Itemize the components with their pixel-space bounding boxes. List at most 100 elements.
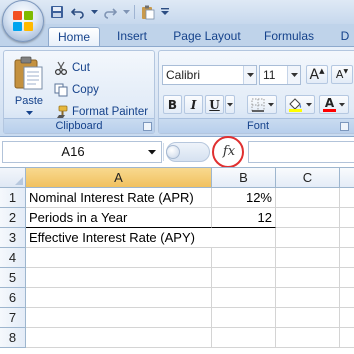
bold-button[interactable]: B (163, 95, 182, 114)
chevron-down-icon (306, 102, 312, 106)
cell-b5[interactable] (212, 268, 276, 288)
undo-dropdown[interactable] (90, 3, 98, 21)
cell-a6[interactable] (26, 288, 212, 308)
font-size-dropdown[interactable]: 11 (259, 65, 301, 85)
font-color-button[interactable]: A (319, 95, 349, 114)
clipboard-dialog-launcher[interactable] (143, 122, 152, 131)
office-logo-icon (13, 11, 33, 31)
font-group: Calibri 11 A ▲ A ▼ B I U A Font (158, 50, 354, 134)
row-header-3[interactable]: 3 (0, 228, 26, 248)
cell-c1[interactable] (276, 188, 340, 208)
row-header-1[interactable]: 1 (0, 188, 26, 208)
cell-c6[interactable] (276, 288, 340, 308)
tab-home[interactable]: Home (48, 27, 100, 46)
redo-button[interactable] (101, 3, 119, 21)
tab-insert[interactable]: Insert (106, 27, 158, 46)
row-header-4[interactable]: 4 (0, 248, 26, 268)
formula-bar-handle[interactable] (166, 145, 180, 159)
select-all-button[interactable] (0, 168, 26, 188)
cell-a4[interactable] (26, 248, 212, 268)
italic-button[interactable]: I (184, 95, 203, 114)
shrink-font-button[interactable]: A ▼ (331, 65, 353, 84)
save-button[interactable] (48, 3, 66, 21)
row-header-2[interactable]: 2 (0, 208, 26, 228)
name-box-arrow[interactable] (145, 144, 159, 160)
cell-b2[interactable]: 12 (212, 208, 276, 228)
borders-button[interactable] (247, 95, 277, 114)
font-name-dropdown[interactable]: Calibri (162, 65, 257, 85)
office-button[interactable] (2, 0, 44, 42)
shrink-font-letter: A (335, 68, 344, 81)
font-dialog-launcher[interactable] (340, 122, 349, 131)
paste-quick-button[interactable] (139, 3, 157, 21)
cell-c2[interactable] (276, 208, 340, 228)
title-bar (0, 0, 354, 42)
toolbar-separator (134, 5, 135, 19)
cell-b1[interactable]: 12% (212, 188, 276, 208)
grow-font-button[interactable]: A ▲ (306, 65, 328, 84)
ribbon: Paste Cut Copy Format Painter Clipboard … (0, 46, 354, 137)
paint-bucket-icon (289, 98, 302, 112)
cell-b7[interactable] (212, 308, 276, 328)
font-size-arrow[interactable] (287, 66, 300, 84)
name-box[interactable]: A16 (2, 141, 162, 163)
cell-b8[interactable] (212, 328, 276, 348)
cell-a8[interactable] (26, 328, 212, 348)
chevron-down-icon (161, 8, 169, 15)
column-header-a[interactable]: A (26, 168, 212, 188)
cell-c3[interactable] (276, 228, 340, 248)
cell-a3[interactable]: Effective Interest Rate (APY) (26, 228, 212, 248)
cell-a2[interactable]: Periods in a Year (26, 208, 212, 228)
row-header-7[interactable]: 7 (0, 308, 26, 328)
cell-b4[interactable] (212, 248, 276, 268)
formula-input[interactable] (248, 141, 354, 163)
cell-d5[interactable] (340, 268, 354, 288)
cut-button[interactable]: Cut (54, 59, 90, 77)
paste-label: Paste (14, 95, 44, 107)
fill-color-button[interactable] (285, 95, 315, 114)
chevron-down-icon (148, 149, 156, 154)
tab-formulas[interactable]: Formulas (256, 27, 322, 46)
cell-c8[interactable] (276, 328, 340, 348)
cell-b6[interactable] (212, 288, 276, 308)
tab-data[interactable]: D (336, 27, 354, 46)
cell-c4[interactable] (276, 248, 340, 268)
paste-button[interactable]: Paste (10, 55, 48, 117)
undo-button[interactable] (69, 3, 87, 21)
cell-a5[interactable] (26, 268, 212, 288)
font-name-arrow[interactable] (243, 66, 256, 84)
cell-d3[interactable] (340, 228, 354, 248)
cell-d4[interactable] (340, 248, 354, 268)
underline-button[interactable]: U (205, 95, 224, 114)
cell-d8[interactable] (340, 328, 354, 348)
underline-dropdown[interactable] (225, 95, 235, 114)
cell-d6[interactable] (340, 288, 354, 308)
row-header-5[interactable]: 5 (0, 268, 26, 288)
row-header-8[interactable]: 8 (0, 328, 26, 348)
undo-icon (71, 8, 84, 19)
cell-a7[interactable] (26, 308, 212, 328)
fx-highlight-circle (212, 136, 244, 168)
clipboard-group-label: Clipboard (4, 118, 154, 133)
copy-button[interactable]: Copy (54, 81, 99, 99)
worksheet-grid: A B C 1 2 3 4 5 6 7 8 Nominal Interest R… (0, 167, 354, 354)
cell-b3[interactable] (212, 228, 276, 248)
customize-toolbar-button[interactable] (160, 3, 170, 21)
chevron-down-icon (90, 9, 98, 14)
cell-d7[interactable] (340, 308, 354, 328)
column-header-b[interactable]: B (212, 168, 276, 188)
chevron-down-icon (246, 72, 254, 77)
column-header-d[interactable] (340, 168, 354, 188)
redo-dropdown[interactable] (122, 3, 130, 21)
cell-c7[interactable] (276, 308, 340, 328)
cell-a1[interactable]: Nominal Interest Rate (APR) (26, 188, 212, 208)
cell-d1[interactable] (340, 188, 354, 208)
tab-page-layout[interactable]: Page Layout (166, 27, 248, 46)
row-header-6[interactable]: 6 (0, 288, 26, 308)
column-header-c[interactable]: C (276, 168, 340, 188)
formula-bar: A16 fx (0, 136, 354, 168)
cell-c5[interactable] (276, 268, 340, 288)
shrink-font-icon: ▼ (343, 68, 349, 75)
italic-letter: I (190, 97, 197, 112)
cell-d2[interactable] (340, 208, 354, 228)
